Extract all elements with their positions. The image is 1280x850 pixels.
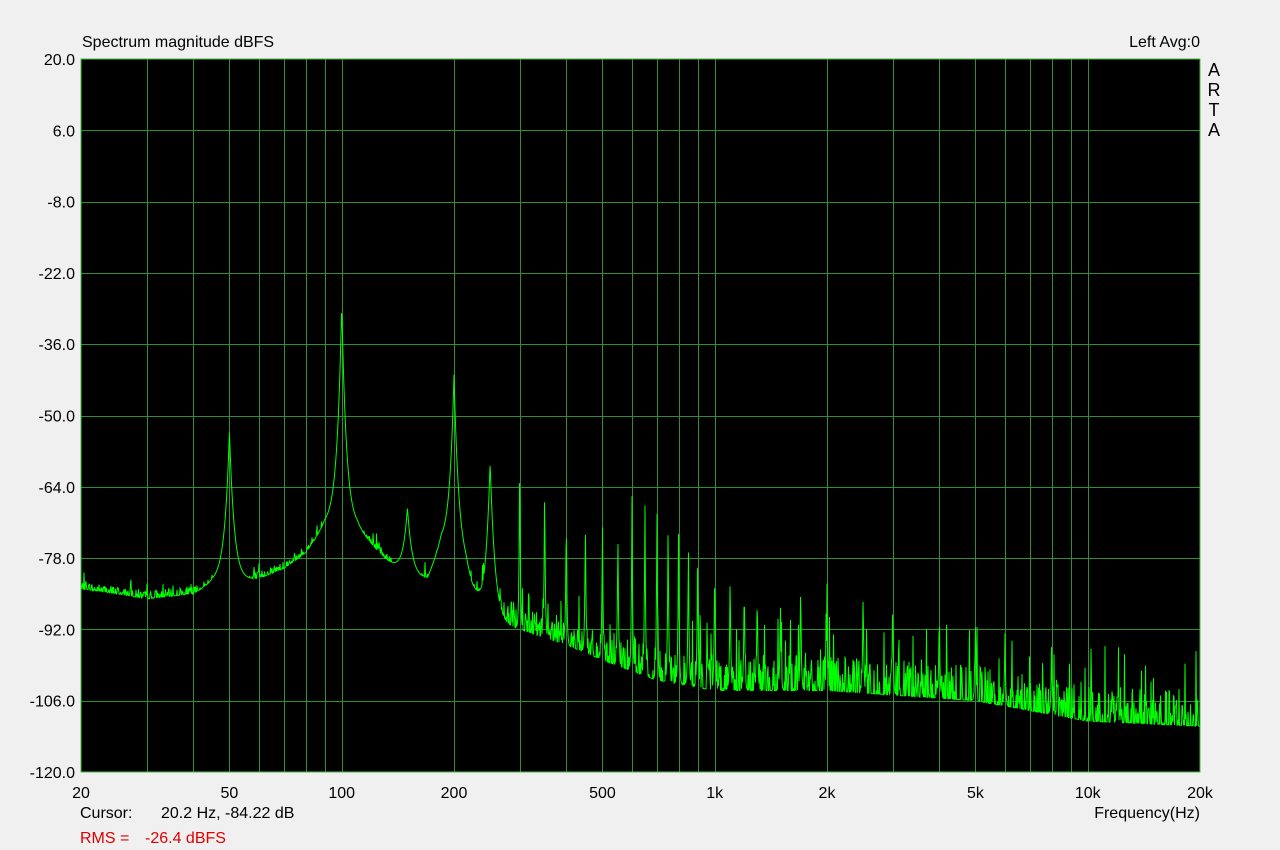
arta-logo: A R T A bbox=[1207, 60, 1221, 140]
channel-average-status: Left Avg:0 bbox=[1129, 34, 1200, 51]
x-tick-label: 5k bbox=[967, 785, 985, 802]
x-tick-label: 2k bbox=[819, 785, 837, 802]
logo-letter: A bbox=[1207, 120, 1220, 140]
x-tick-labels: 20 50 100 200 500 1k 2k 5k 10k 20k bbox=[72, 785, 1214, 802]
y-tick-label: 6.0 bbox=[53, 123, 75, 140]
x-tick-label: 100 bbox=[328, 785, 355, 802]
y-tick-label: 20.0 bbox=[44, 52, 75, 69]
x-tick-label: 200 bbox=[441, 785, 468, 802]
x-axis-label: Frequency(Hz) bbox=[1094, 805, 1200, 822]
y-tick-label: -50.0 bbox=[39, 409, 76, 426]
x-tick-label: 500 bbox=[589, 785, 616, 802]
y-tick-label: -78.0 bbox=[39, 551, 76, 568]
y-tick-label: -120.0 bbox=[30, 765, 75, 782]
logo-letter: T bbox=[1208, 100, 1220, 120]
y-tick-label: -8.0 bbox=[47, 195, 75, 212]
y-tick-label: -92.0 bbox=[39, 622, 76, 639]
chart-title: Spectrum magnitude dBFS bbox=[82, 34, 275, 51]
spectrum-plot[interactable]: 20 50 100 200 500 1k 2k 5k 10k 20k 20.0 6.0 -8.0 -22… bbox=[0, 0, 1280, 850]
x-tick-label: 1k bbox=[706, 785, 724, 802]
x-tick-label: 50 bbox=[221, 785, 239, 802]
rms-value: -26.4 dBFS bbox=[145, 830, 226, 847]
logo-letter: A bbox=[1207, 60, 1220, 80]
logo-letter: R bbox=[1207, 80, 1221, 100]
x-tick-label: 20k bbox=[1187, 785, 1214, 802]
y-tick-label: -106.0 bbox=[30, 694, 75, 711]
rms-label: RMS = bbox=[80, 830, 130, 847]
x-tick-label: 20 bbox=[72, 785, 90, 802]
x-tick-label: 10k bbox=[1075, 785, 1102, 802]
y-tick-label: -64.0 bbox=[39, 480, 76, 497]
cursor-label: Cursor: bbox=[80, 805, 133, 822]
y-tick-label: -36.0 bbox=[39, 337, 76, 354]
cursor-readout: 20.2 Hz, -84.22 dB bbox=[161, 805, 295, 822]
y-tick-label: -22.0 bbox=[39, 266, 76, 283]
y-tick-labels: 20.0 6.0 -8.0 -22.0 -36.0 -50.0 -64.0 -78.0 -92.… bbox=[30, 52, 75, 782]
